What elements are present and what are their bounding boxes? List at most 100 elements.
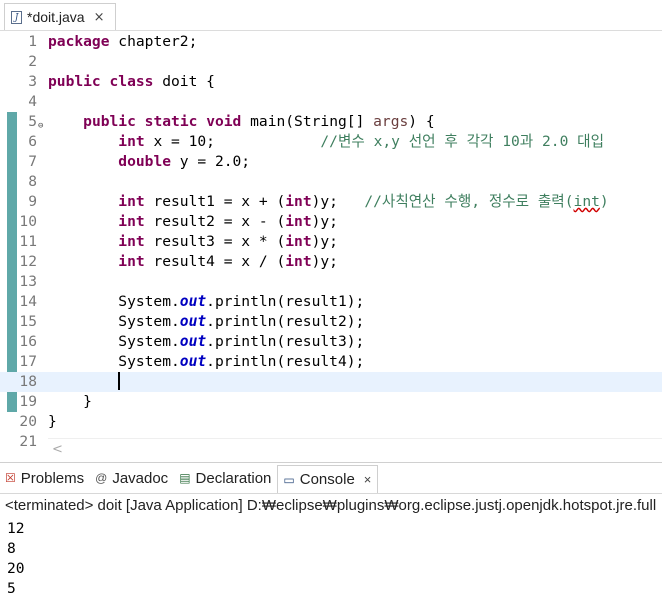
line-number: 12 bbox=[19, 253, 37, 270]
code-token: double bbox=[118, 153, 172, 170]
problems-icon: ☒ bbox=[5, 471, 16, 485]
code-text: int result3 = x * (int)y; bbox=[48, 232, 338, 252]
close-icon[interactable]: × bbox=[364, 472, 372, 487]
code-text: System.out.println(result4); bbox=[48, 352, 364, 372]
code-line[interactable]: 5 ⊖ public static void main(String[] args… bbox=[0, 112, 662, 132]
line-number: 3 bbox=[28, 73, 37, 90]
code-token: x = 10; bbox=[144, 133, 321, 150]
line-number: 10 bbox=[19, 213, 37, 230]
code-line[interactable]: 13 bbox=[0, 272, 662, 292]
tab-javadoc[interactable]: @ Javadoc bbox=[90, 463, 174, 493]
code-token: int bbox=[118, 193, 145, 210]
code-token: int bbox=[118, 233, 145, 250]
code-token: int bbox=[285, 213, 312, 230]
editor-tab-label: *doit.java bbox=[27, 9, 85, 25]
code-token: )y; bbox=[311, 213, 338, 230]
code-text: int result2 = x - (int)y; bbox=[48, 212, 338, 232]
code-token: package bbox=[48, 33, 110, 50]
code-token: .println(result2); bbox=[206, 313, 365, 330]
code-line[interactable]: 7 double y = 2.0; bbox=[0, 152, 662, 172]
editor-tab-doit-java[interactable]: J *doit.java × bbox=[4, 3, 116, 30]
code-token: System. bbox=[48, 333, 180, 350]
javadoc-icon: @ bbox=[95, 471, 108, 485]
code-token: result1 = x + ( bbox=[144, 193, 286, 210]
scroll-left-icon[interactable]: < bbox=[52, 442, 63, 457]
line-number: 2 bbox=[28, 53, 37, 70]
code-line[interactable]: 15 System.out.println(result2); bbox=[0, 312, 662, 332]
code-token: } bbox=[48, 393, 92, 410]
tab-declaration[interactable]: ▤ Declaration bbox=[174, 463, 277, 493]
code-token: //사칙연산 수행, 정수로 출력( bbox=[364, 193, 574, 210]
code-token: System. bbox=[48, 293, 180, 310]
code-line[interactable]: 12 int result4 = x / (int)y; bbox=[0, 252, 662, 272]
code-text: int x = 10; //변수 x,y 선언 후 각각 10과 2.0 대입 bbox=[48, 132, 604, 152]
java-file-icon: J bbox=[11, 10, 22, 24]
code-line[interactable]: 3 public class doit { bbox=[0, 72, 662, 92]
code-token: y = 2.0; bbox=[171, 153, 251, 170]
code-text: public static void main(String[] args) { bbox=[48, 112, 435, 132]
code-line[interactable]: 20} bbox=[0, 412, 662, 432]
code-token: chapter2; bbox=[109, 33, 198, 50]
code-text: } bbox=[48, 392, 92, 412]
line-number: 13 bbox=[19, 273, 37, 290]
code-line[interactable]: 6 int x = 10; //변수 x,y 선언 후 각각 10과 2.0 대… bbox=[0, 132, 662, 152]
code-token: out bbox=[179, 313, 207, 330]
console-icon: ▭ bbox=[283, 472, 295, 487]
code-line[interactable]: 18 bbox=[0, 372, 662, 392]
tab-console[interactable]: ▭ Console × bbox=[277, 465, 379, 493]
tab-problems[interactable]: ☒ Problems bbox=[0, 463, 90, 493]
line-number: 18 bbox=[19, 373, 37, 390]
line-number: 15 bbox=[19, 313, 37, 330]
code-line[interactable]: 1 package chapter2; bbox=[0, 32, 662, 52]
code-token: out bbox=[179, 353, 207, 370]
code-line[interactable]: 10 int result2 = x - (int)y; bbox=[0, 212, 662, 232]
code-token: result3 = x * ( bbox=[144, 233, 286, 250]
code-token: out bbox=[179, 293, 207, 310]
line-number: 6 bbox=[28, 133, 37, 150]
line-number: 14 bbox=[19, 293, 37, 310]
code-token: System. bbox=[48, 353, 180, 370]
code-line[interactable]: 14 System.out.println(result1); bbox=[0, 292, 662, 312]
tab-label: Console bbox=[299, 471, 355, 488]
code-token: )y; bbox=[311, 233, 338, 250]
line-number: 16 bbox=[19, 333, 37, 350]
code-token: int bbox=[118, 213, 145, 230]
code-line[interactable]: 11 int result3 = x * (int)y; bbox=[0, 232, 662, 252]
horizontal-scrollbar[interactable]: < bbox=[48, 438, 662, 461]
code-token: public bbox=[48, 73, 101, 90]
code-line[interactable]: 16 System.out.println(result3); bbox=[0, 332, 662, 352]
code-token: ) { bbox=[408, 113, 435, 130]
code-line[interactable]: 8 bbox=[0, 172, 662, 192]
code-editor[interactable]: 1 package chapter2; 2 3 public class doit {4… bbox=[0, 31, 662, 461]
code-token: )y; bbox=[311, 193, 365, 210]
code-token: )y; bbox=[311, 253, 338, 270]
code-line[interactable]: 9 int result1 = x + (int)y; //사칙연산 수행, 정… bbox=[0, 192, 662, 212]
code-text: package chapter2; bbox=[48, 32, 197, 52]
line-number: 7 bbox=[28, 153, 37, 170]
code-line[interactable]: 19 } bbox=[0, 392, 662, 412]
code-text: System.out.println(result1); bbox=[48, 292, 364, 312]
code-text: int result1 = x + (int)y; //사칙연산 수행, 정수로… bbox=[48, 192, 608, 212]
line-number: 8 bbox=[28, 173, 37, 190]
code-token: void bbox=[206, 113, 242, 130]
code-token: result2 = x - ( bbox=[144, 213, 286, 230]
code-line[interactable]: 4 bbox=[0, 92, 662, 112]
close-icon[interactable]: × bbox=[94, 10, 105, 25]
tab-label: Problems bbox=[20, 469, 85, 487]
code-line[interactable]: 17 System.out.println(result4); bbox=[0, 352, 662, 372]
code-line[interactable]: 2 bbox=[0, 52, 662, 72]
code-token: //변수 x,y 선언 후 각각 10과 2.0 대입 bbox=[320, 133, 605, 150]
code-token: int bbox=[118, 253, 145, 270]
bottom-panel: ☒ Problems @ Javadoc ▤ Declaration ▭ Console × <… bbox=[0, 462, 662, 611]
line-number: 20 bbox=[19, 413, 37, 430]
code-token: .println(result4); bbox=[206, 353, 365, 370]
code-token: } bbox=[48, 413, 57, 430]
code-token: int bbox=[573, 193, 600, 210]
